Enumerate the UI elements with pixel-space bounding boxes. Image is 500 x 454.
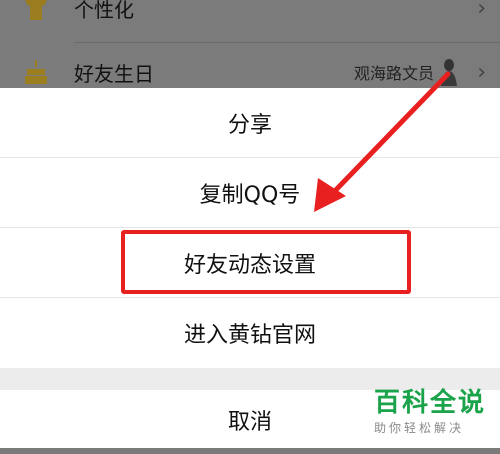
watermark-subtitle: 助你轻松解决	[374, 421, 465, 435]
annotation-arrow-icon	[314, 71, 451, 212]
watermark-title: 百科全说	[374, 388, 487, 418]
watermark-logo: 百科全说 助你轻松解决	[374, 382, 492, 436]
